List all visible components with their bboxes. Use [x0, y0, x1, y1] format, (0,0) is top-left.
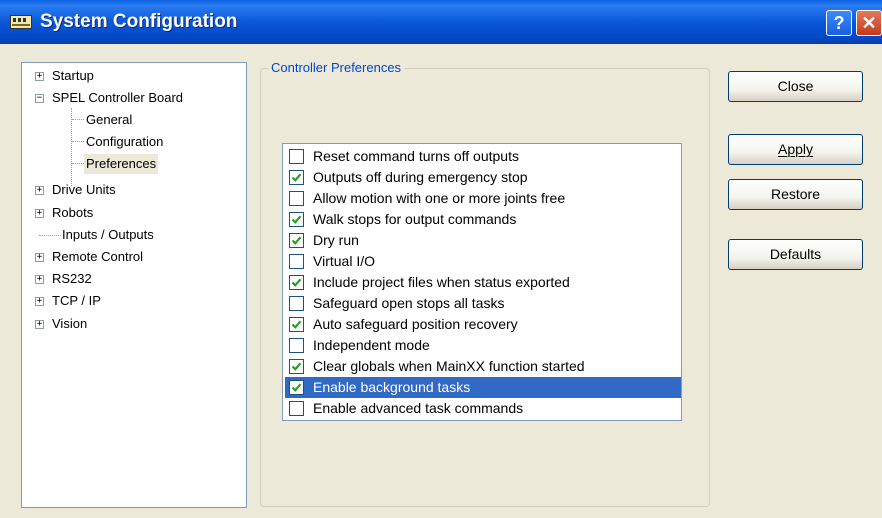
tree-item-robots[interactable]: + Robots	[22, 203, 246, 223]
expand-icon[interactable]: +	[35, 320, 44, 329]
group-title: Controller Preferences	[268, 60, 405, 75]
tree-item-label: General	[86, 112, 133, 127]
preference-item[interactable]: Walk stops for output commands	[285, 209, 681, 230]
preference-item[interactable]: Clear globals when MainXX function start…	[285, 356, 681, 377]
tree-item-preferences[interactable]: Preferences	[22, 154, 246, 174]
tree-item-rs232[interactable]: + RS232	[22, 269, 246, 289]
tree-item-label: TCP / IP	[52, 293, 101, 308]
defaults-label: Defaults	[769, 246, 822, 262]
checkbox-checked[interactable]	[289, 380, 304, 395]
checkmark-icon	[291, 362, 302, 371]
preference-label: Enable advanced task commands	[313, 400, 524, 416]
preference-label: Walk stops for output commands	[313, 211, 517, 227]
tree-item-label: Startup	[52, 68, 94, 83]
expand-icon[interactable]: +	[35, 275, 44, 284]
preference-item[interactable]: Outputs off during emergency stop	[285, 167, 681, 188]
tree-item-label: RS232	[52, 271, 92, 286]
preference-item[interactable]: Auto safeguard position recovery	[285, 314, 681, 335]
preference-item[interactable]: Dry run	[285, 230, 681, 251]
preference-label: Safeguard open stops all tasks	[313, 295, 505, 311]
close-window-button[interactable]: ✕	[856, 10, 882, 36]
preference-label: Allow motion with one or more joints fre…	[313, 190, 566, 206]
tree-item-label: Drive Units	[52, 182, 116, 197]
preference-label: Virtual I/O	[313, 253, 375, 269]
checkbox-checked[interactable]	[289, 275, 304, 290]
checkmark-icon	[291, 320, 302, 329]
title-bar[interactable]: System Configuration ? ✕	[0, 0, 882, 44]
tree-item-remote-control[interactable]: + Remote Control	[22, 247, 246, 267]
checkbox-checked[interactable]	[289, 170, 304, 185]
expand-icon[interactable]: +	[35, 186, 44, 195]
expand-icon[interactable]: +	[35, 297, 44, 306]
checkbox-unchecked[interactable]	[289, 191, 304, 206]
checkbox-checked[interactable]	[289, 212, 304, 227]
close-button[interactable]: Close	[728, 71, 863, 102]
tree-item-label: Inputs / Outputs	[62, 227, 154, 242]
preference-item[interactable]: Virtual I/O	[285, 251, 681, 272]
system-configuration-window: System Configuration ? ✕ + Startup − SPE…	[0, 0, 882, 518]
tree-item-label: SPEL Controller Board	[52, 90, 184, 105]
preference-label: Auto safeguard position recovery	[313, 316, 518, 332]
checkmark-icon	[291, 383, 302, 392]
tree-item-startup[interactable]: + Startup	[22, 66, 246, 86]
preferences-checklist[interactable]: Reset command turns off outputs Outputs o…	[282, 143, 682, 421]
preference-label: Reset command turns off outputs	[313, 148, 519, 164]
checkbox-unchecked[interactable]	[289, 296, 304, 311]
tree-item-label: Vision	[52, 316, 88, 331]
window-title: System Configuration	[40, 11, 238, 32]
tree-item-general[interactable]: General	[22, 110, 246, 130]
tree-item-vision[interactable]: + Vision	[22, 314, 246, 334]
preference-item[interactable]: Enable advanced task commands	[285, 398, 681, 419]
preference-label: Outputs off during emergency stop	[313, 169, 528, 185]
tree-item-tcp-ip[interactable]: + TCP / IP	[22, 291, 246, 311]
checkmark-icon	[291, 278, 302, 287]
tree-item-configuration[interactable]: Configuration	[22, 132, 246, 152]
configuration-tree[interactable]: + Startup − SPEL Controller Board Genera…	[21, 62, 247, 508]
checkmark-icon	[291, 236, 302, 245]
checkbox-unchecked[interactable]	[289, 338, 304, 353]
tree-item-label: Remote Control	[52, 249, 144, 264]
tree-item-spel-controller-board[interactable]: − SPEL Controller Board	[22, 88, 246, 108]
preference-item[interactable]: Safeguard open stops all tasks	[285, 293, 681, 314]
preference-label: Dry run	[313, 232, 359, 248]
preference-item[interactable]: Allow motion with one or more joints fre…	[285, 188, 681, 209]
help-button[interactable]: ?	[826, 10, 852, 36]
preference-item[interactable]: Reset command turns off outputs	[285, 146, 681, 167]
collapse-icon[interactable]: −	[35, 94, 44, 103]
tree-item-inputs-outputs[interactable]: Inputs / Outputs	[22, 225, 246, 245]
controller-icon	[10, 15, 32, 29]
preference-label: Independent mode	[313, 337, 430, 353]
expand-icon[interactable]: +	[35, 72, 44, 81]
tree-item-drive-units[interactable]: + Drive Units	[22, 180, 246, 200]
restore-label: Restore	[770, 186, 821, 202]
checkbox-unchecked[interactable]	[289, 401, 304, 416]
checkbox-checked[interactable]	[289, 317, 304, 332]
preference-item[interactable]: Enable background tasks	[285, 377, 681, 398]
tree-item-label: Preferences	[84, 154, 159, 174]
preference-item[interactable]: Include project files when status export…	[285, 272, 681, 293]
checkbox-checked[interactable]	[289, 359, 304, 374]
tree-item-label: Robots	[52, 205, 94, 220]
checkbox-unchecked[interactable]	[289, 254, 304, 269]
tree-item-label: Configuration	[86, 134, 164, 149]
expand-icon[interactable]: +	[35, 253, 44, 262]
restore-button[interactable]: Restore	[728, 179, 863, 210]
preference-item[interactable]: Independent mode	[285, 335, 681, 356]
preference-label: Enable background tasks	[313, 379, 471, 395]
checkbox-unchecked[interactable]	[289, 149, 304, 164]
checkmark-icon	[291, 173, 302, 182]
checkbox-checked[interactable]	[289, 233, 304, 248]
preference-label: Include project files when status export…	[313, 274, 570, 290]
apply-button[interactable]: Apply	[728, 134, 863, 165]
defaults-button[interactable]: Defaults	[728, 239, 863, 270]
apply-label: Apply	[777, 141, 814, 157]
checkmark-icon	[291, 215, 302, 224]
expand-icon[interactable]: +	[35, 209, 44, 218]
preference-label: Clear globals when MainXX function start…	[313, 358, 585, 374]
